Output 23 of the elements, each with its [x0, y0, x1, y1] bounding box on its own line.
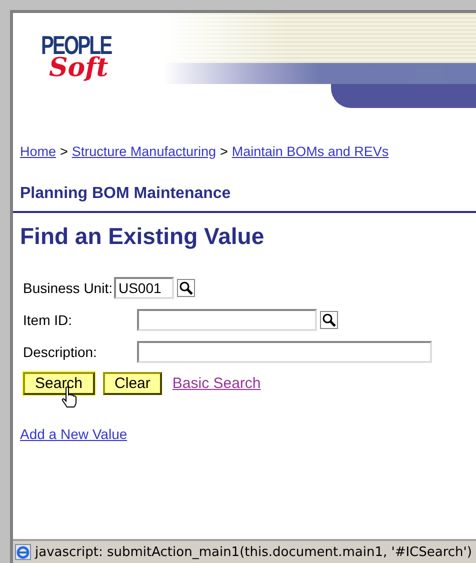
field-label: Business Unit:: [23, 280, 112, 296]
page-title: Planning BOM Maintenance: [20, 185, 232, 203]
breadcrumb-link[interactable]: Maintain BOMs and REVs: [232, 144, 389, 159]
breadcrumb-separator: >: [220, 144, 228, 159]
hand-cursor-icon: [62, 386, 76, 408]
browser-icon: [15, 544, 31, 560]
action-button[interactable]: Clear: [102, 372, 162, 395]
add-value-link[interactable]: Add a New Value: [20, 426, 128, 442]
action-button[interactable]: Search: [23, 372, 95, 395]
field-label: Description:: [23, 344, 98, 360]
input-field[interactable]: [137, 341, 432, 363]
breadcrumb-link[interactable]: Structure Manufacturing: [72, 144, 216, 159]
basic-search-link[interactable]: Basic Search: [172, 375, 261, 392]
breadcrumb-separator: >: [60, 144, 68, 159]
breadcrumb-link[interactable]: Home: [20, 144, 56, 159]
field-label: Item ID:: [23, 312, 74, 328]
search-icon[interactable]: [177, 279, 196, 297]
status-text: javascript: submitAction_main1(this.document.main1, '#ICSearch'): [35, 544, 472, 560]
search-icon[interactable]: [320, 311, 338, 329]
input-field[interactable]: US001: [114, 277, 174, 299]
page-heading: Find an Existing Value: [20, 223, 266, 250]
input-field[interactable]: [137, 309, 317, 331]
logo: PEOPLE Soft: [40, 29, 113, 85]
